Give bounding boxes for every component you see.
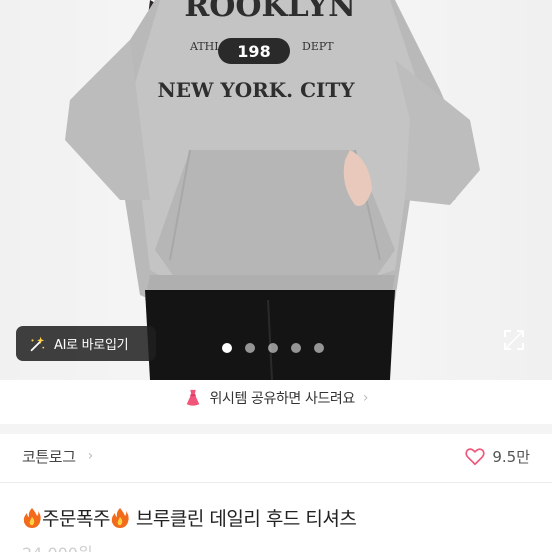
product-image-carousel[interactable]: ROOKLYN ATHL 198 DEPT NEW YORK. CITY AI로… bbox=[0, 0, 552, 380]
banner-text: 위시템 공유하면 사드려요 bbox=[209, 391, 356, 407]
print-newyork: NEW YORK. CITY bbox=[157, 78, 355, 102]
ai-button-label: AI로 바로입기 bbox=[54, 338, 129, 353]
chevron-right-icon[interactable]: › bbox=[88, 448, 94, 464]
fire-icon bbox=[23, 507, 41, 528]
print-dept: DEPT bbox=[302, 40, 334, 53]
print-brooklyn: ROOKLYN bbox=[184, 0, 355, 24]
dress-icon bbox=[186, 389, 199, 406]
product-title: 주문폭주 브루클린 데일리 후드 티셔츠 bbox=[22, 504, 357, 531]
wishlist-share-link[interactable]: 위시템 공유하면 사드려요 › bbox=[184, 388, 369, 408]
seller-row: 코튼로그 › 9.5만 bbox=[0, 434, 552, 478]
fire-icon bbox=[111, 507, 129, 528]
title-main: 브루클린 데일리 후드 티셔츠 bbox=[135, 508, 357, 530]
carousel-indicator bbox=[222, 343, 324, 353]
product-price: 24,000원 bbox=[22, 540, 93, 552]
ai-try-on-button[interactable]: AI로 바로입기 bbox=[16, 326, 156, 361]
carousel-dot[interactable] bbox=[314, 343, 324, 353]
title-prefix: 주문폭주 bbox=[42, 508, 110, 530]
print-198: 198 bbox=[237, 42, 270, 61]
carousel-dot[interactable] bbox=[268, 343, 278, 353]
wishlist-share-banner: 위시템 공유하면 사드려요 › bbox=[0, 380, 552, 434]
print-athl: ATHL bbox=[189, 40, 222, 53]
magic-wand-icon bbox=[30, 336, 45, 351]
expand-icon[interactable] bbox=[502, 328, 526, 352]
chevron-right-icon: › bbox=[362, 390, 369, 406]
like-button[interactable]: 9.5만 bbox=[464, 445, 530, 467]
carousel-dot[interactable] bbox=[291, 343, 301, 353]
product-photo: ROOKLYN ATHL 198 DEPT NEW YORK. CITY bbox=[65, 0, 480, 380]
like-count: 9.5만 bbox=[492, 447, 530, 466]
divider bbox=[0, 482, 552, 483]
heart-icon bbox=[465, 448, 485, 466]
seller-name[interactable]: 코튼로그 bbox=[22, 446, 76, 467]
carousel-dot[interactable] bbox=[245, 343, 255, 353]
carousel-dot[interactable] bbox=[222, 343, 232, 353]
